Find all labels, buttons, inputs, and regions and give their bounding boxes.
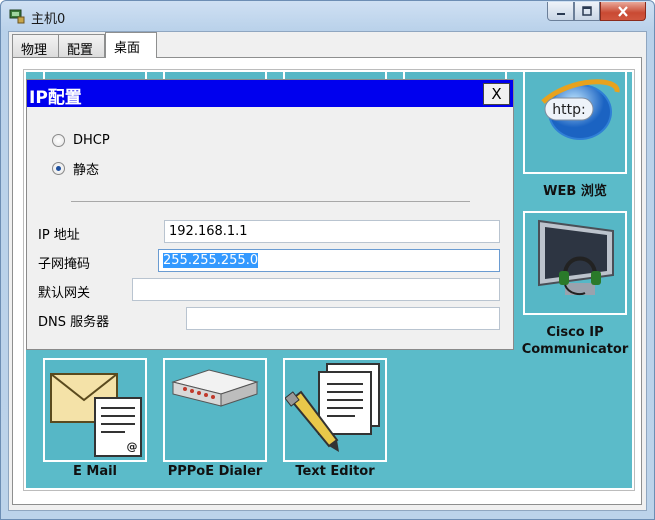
tab-desktop[interactable]: 桌面	[105, 32, 157, 58]
ip-address-label: IP 地址	[38, 228, 80, 243]
email-app[interactable]: @	[43, 358, 147, 462]
text-editor-label: Text Editor	[295, 464, 375, 479]
web-browser-label: WEB 浏览	[543, 184, 607, 199]
dhcp-radio[interactable]: DHCP	[52, 133, 110, 148]
ip-config-title: IP配置	[29, 88, 82, 108]
app-window: 主机0 物理 配置 桌面 http: WEB 浏览 Cisco IP Commu…	[0, 0, 655, 520]
tab-config[interactable]: 配置	[58, 34, 105, 58]
svg-text:http:: http:	[552, 102, 585, 118]
radio-dot-checked	[52, 162, 65, 175]
web-browser-icon: http:	[541, 79, 620, 140]
subnet-mask-input[interactable]: 255.255.255.0	[158, 249, 500, 272]
static-radio-label: 静态	[73, 163, 100, 178]
static-radio[interactable]: 静态	[52, 159, 99, 178]
ip-communicator-icon	[538, 219, 614, 295]
minimize-icon	[556, 13, 565, 15]
ip-config-close-button[interactable]: X	[483, 83, 510, 105]
ip-config-dialog: IP配置 X DHCP 静态 IP 地址 192.168.1.1 子网掩码 25…	[26, 79, 514, 350]
default-gateway-input[interactable]	[132, 278, 500, 301]
ip-communicator-label-line1: Cisco IP	[546, 325, 604, 340]
close-icon	[618, 5, 628, 17]
text-editor-icon	[285, 363, 380, 452]
dhcp-radio-label: DHCP	[73, 133, 110, 148]
window-titlebar[interactable]: 主机0	[1, 1, 654, 31]
web-browser-app[interactable]: http:	[523, 70, 627, 174]
radio-dot	[52, 134, 65, 147]
ip-communicator-app[interactable]	[523, 211, 627, 315]
ip-address-input[interactable]: 192.168.1.1	[164, 220, 500, 243]
text-editor-app[interactable]	[283, 358, 387, 462]
ip-communicator-label-line2: Communicator	[521, 342, 629, 357]
dns-server-input[interactable]	[186, 307, 500, 330]
pppoe-dialer-icon	[171, 369, 259, 407]
pppoe-dialer-app[interactable]	[163, 358, 267, 462]
pppoe-dialer-label: PPPoE Dialer	[167, 464, 263, 479]
minimize-button[interactable]	[547, 2, 574, 21]
subnet-mask-label: 子网掩码	[38, 257, 91, 272]
subnet-mask-value: 255.255.255.0	[163, 253, 259, 268]
ip-config-titlebar[interactable]: IP配置 X	[27, 80, 513, 108]
window-title: 主机0	[31, 12, 66, 27]
email-icon: @	[50, 373, 142, 457]
close-window-button[interactable]	[600, 2, 646, 21]
email-label: E Mail	[72, 464, 118, 479]
host-pc-icon	[9, 9, 25, 24]
maximize-icon	[582, 6, 592, 16]
svg-text:@: @	[127, 440, 138, 453]
default-gateway-label: 默认网关	[38, 286, 91, 301]
maximize-button[interactable]	[574, 2, 600, 21]
ip-communicator-label: Cisco IP Communicator	[506, 324, 644, 358]
divider	[71, 201, 470, 202]
dns-server-label: DNS 服务器	[38, 315, 110, 330]
tab-physical[interactable]: 物理	[12, 34, 59, 58]
